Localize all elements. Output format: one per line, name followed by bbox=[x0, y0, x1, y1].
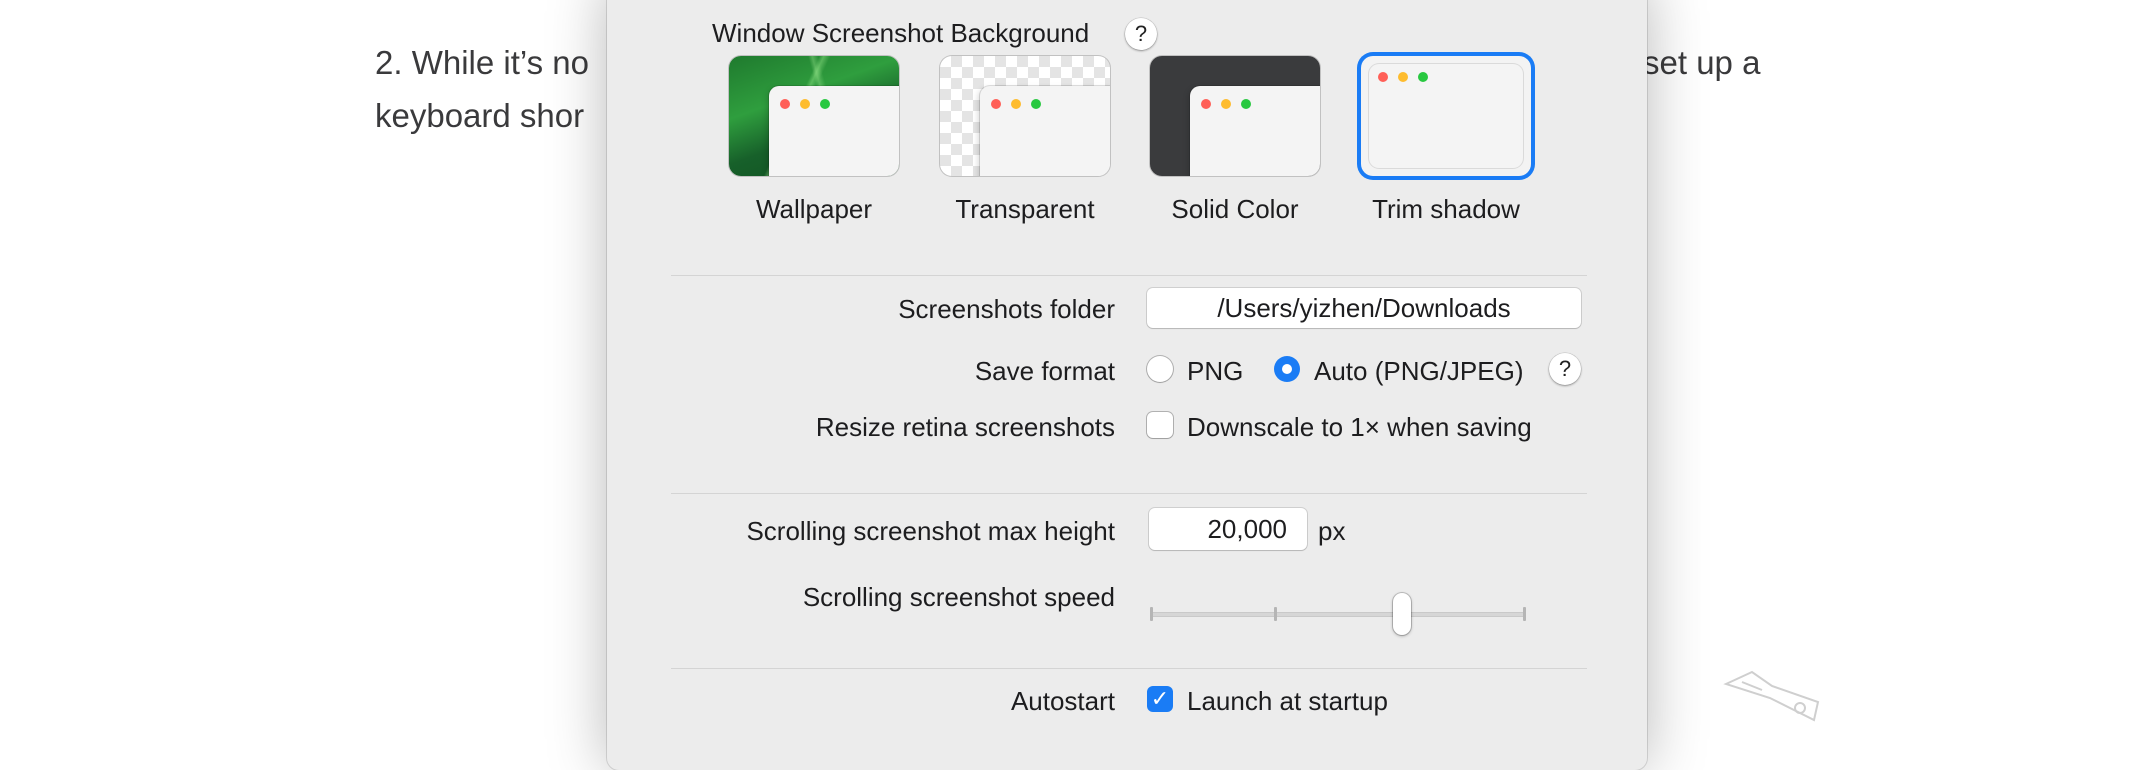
window-preview bbox=[1369, 64, 1523, 168]
preferences-dialog: Window Screenshot Background ? Wallpaper… bbox=[607, 0, 1647, 770]
downscale-checkbox-label[interactable]: Downscale to 1× when saving bbox=[1187, 412, 1532, 443]
article-line-1-left: 2. While it’s no bbox=[375, 44, 589, 81]
launch-at-startup-checkbox[interactable]: ✓ bbox=[1147, 686, 1173, 712]
wallpaper-label: Wallpaper bbox=[755, 194, 873, 224]
scroll-speed-slider[interactable] bbox=[1150, 593, 1526, 635]
slider-knob[interactable] bbox=[1392, 593, 1411, 635]
trim-shadow-option[interactable] bbox=[1361, 56, 1531, 176]
png-radio-label[interactable]: PNG bbox=[1187, 356, 1243, 387]
transparent-option[interactable] bbox=[940, 56, 1110, 176]
autostart-label: Autostart bbox=[1010, 686, 1115, 716]
launch-at-startup-label[interactable]: Launch at startup bbox=[1187, 686, 1388, 717]
transparent-label: Transparent bbox=[955, 194, 1095, 224]
save-format-help-button[interactable]: ? bbox=[1549, 353, 1581, 385]
auto-png-jpeg-radio[interactable] bbox=[1274, 356, 1300, 382]
scroll-speed-label: Scrolling screenshot speed bbox=[802, 582, 1115, 612]
scroll-max-height-field[interactable]: 20,000 bbox=[1149, 508, 1307, 550]
article-line-1-right: set up a bbox=[1643, 44, 1761, 81]
screenshots-folder-label: Screenshots folder bbox=[898, 294, 1115, 324]
trim-shadow-label: Trim shadow bbox=[1372, 194, 1520, 224]
window-bg-title: Window Screenshot Background bbox=[712, 18, 1090, 48]
scroll-max-height-label: Scrolling screenshot max height bbox=[746, 516, 1115, 546]
screenshots-folder-field[interactable]: /Users/yizhen/Downloads bbox=[1147, 288, 1581, 328]
png-radio[interactable] bbox=[1147, 356, 1173, 382]
window-bg-help-button[interactable]: ? bbox=[1125, 18, 1157, 50]
traffic-lights-icon bbox=[991, 96, 1051, 114]
solid-color-label: Solid Color bbox=[1171, 194, 1299, 224]
traffic-lights-icon bbox=[1201, 96, 1261, 114]
traffic-lights-icon bbox=[1378, 69, 1438, 87]
px-unit-label: px bbox=[1318, 516, 1346, 546]
traffic-lights-icon bbox=[780, 96, 840, 114]
window-preview bbox=[1190, 86, 1320, 176]
window-preview bbox=[980, 86, 1110, 176]
divider bbox=[671, 493, 1587, 494]
downscale-checkbox[interactable] bbox=[1147, 412, 1173, 438]
article-line-2-left: keyboard shor bbox=[375, 97, 585, 134]
window-preview bbox=[769, 86, 899, 176]
scissors-watermark-icon bbox=[1723, 670, 1820, 722]
slider-tick bbox=[1150, 607, 1153, 621]
wallpaper-option[interactable] bbox=[729, 56, 899, 176]
solid-color-option[interactable] bbox=[1150, 56, 1320, 176]
slider-tick bbox=[1523, 607, 1526, 621]
divider bbox=[671, 668, 1587, 669]
slider-tick bbox=[1274, 607, 1277, 621]
auto-png-jpeg-label[interactable]: Auto (PNG/JPEG) bbox=[1314, 356, 1524, 387]
save-format-label: Save format bbox=[974, 356, 1115, 386]
resize-retina-label: Resize retina screenshots bbox=[815, 412, 1115, 442]
divider bbox=[671, 275, 1587, 276]
